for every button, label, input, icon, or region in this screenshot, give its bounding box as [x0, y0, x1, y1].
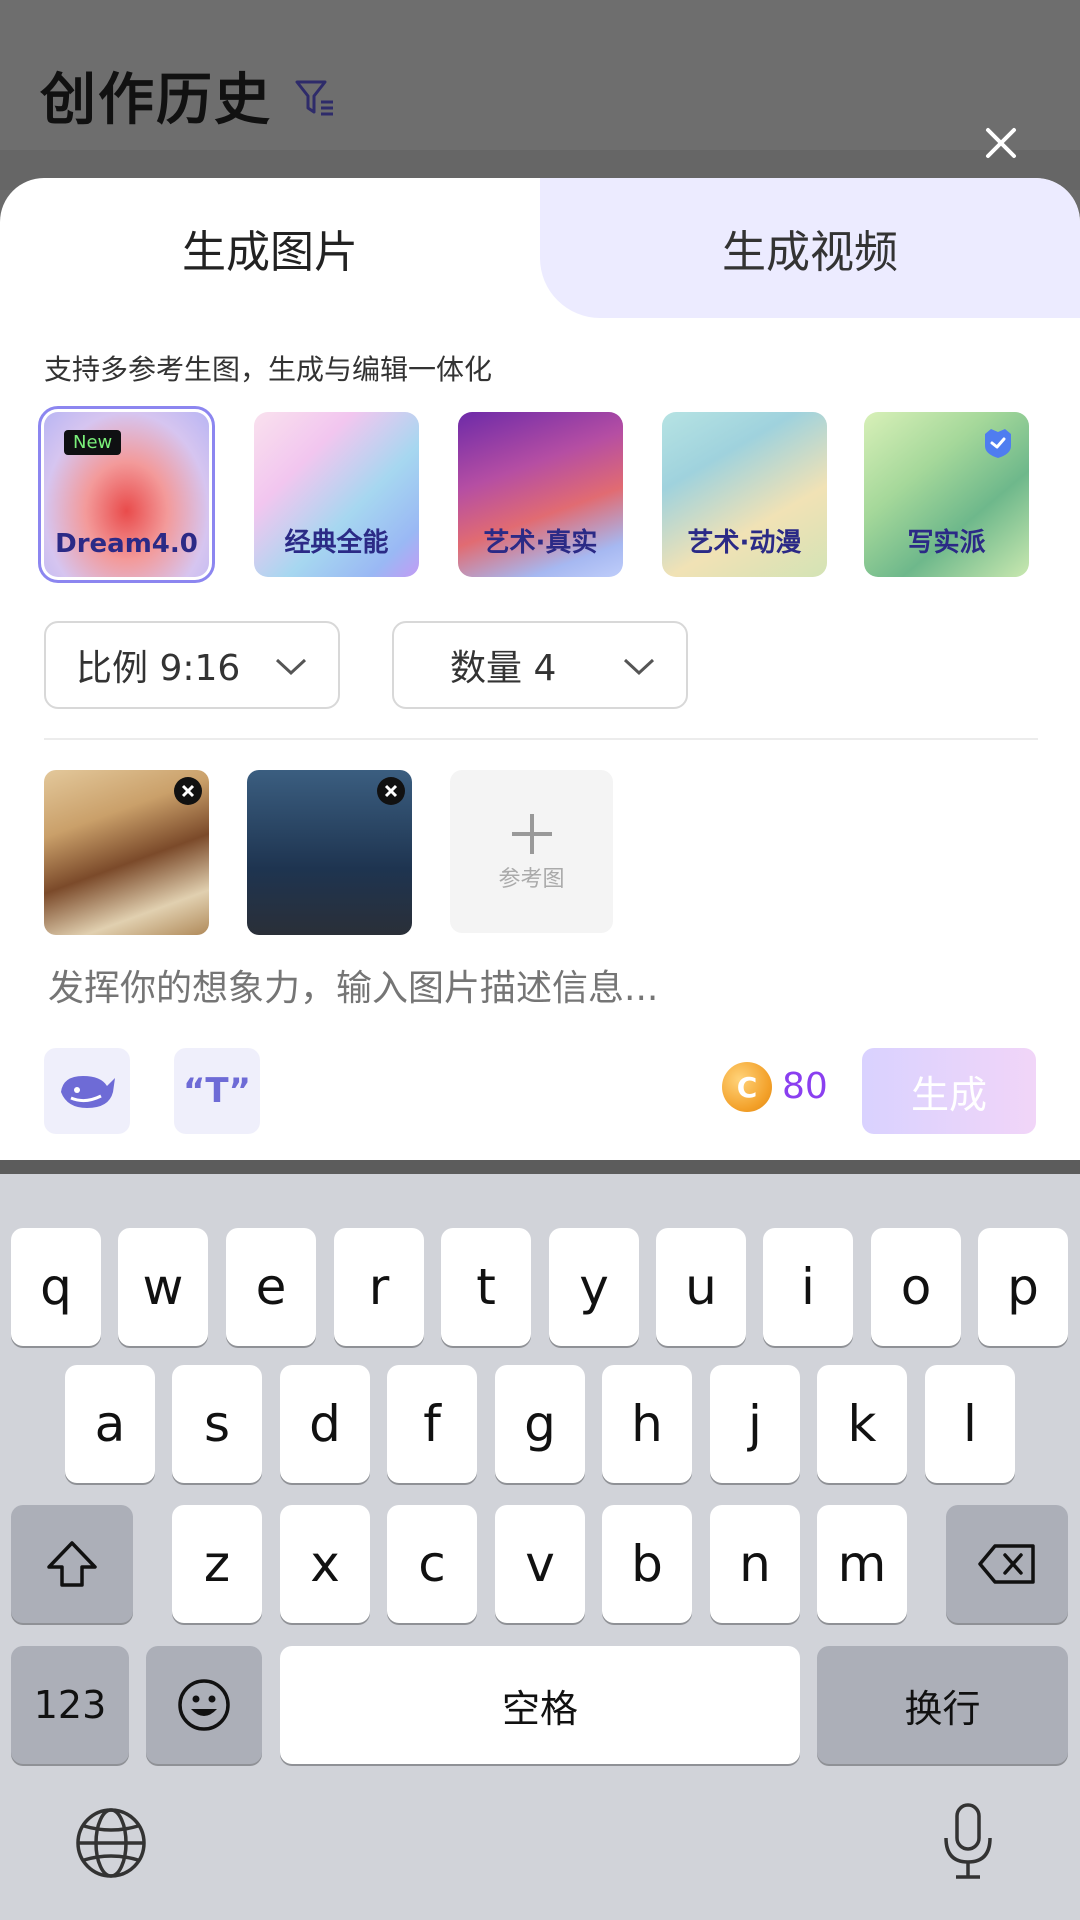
key-l[interactable]: l [925, 1365, 1015, 1483]
model-dream40[interactable]: New Dream4.0 [38, 406, 215, 583]
key-v[interactable]: v [495, 1505, 585, 1623]
space-key[interactable]: 空格 [280, 1646, 800, 1764]
emoji-icon [178, 1679, 230, 1731]
key-h[interactable]: h [602, 1365, 692, 1483]
key-o[interactable]: o [871, 1228, 961, 1346]
subtitle: 支持多参考生图，生成与编辑一体化 [44, 353, 493, 386]
model-label: 艺术·真实 [483, 528, 598, 558]
model-label: 写实派 [907, 528, 986, 558]
create-sheet: 生成图片 生成视频 支持多参考生图，生成与编辑一体化 New Dream4.0 … [0, 178, 1080, 1160]
key-g[interactable]: g [495, 1365, 585, 1483]
divider [44, 738, 1038, 740]
key-m[interactable]: m [817, 1505, 907, 1623]
backspace-icon [978, 1544, 1035, 1584]
key-s[interactable]: s [172, 1365, 262, 1483]
whale-icon [61, 1076, 115, 1108]
key-j[interactable]: j [710, 1365, 800, 1483]
key-u[interactable]: u [656, 1228, 746, 1346]
ratio-value: 比例 9:16 [76, 648, 241, 689]
key-y[interactable]: y [549, 1228, 639, 1346]
tab-generate-video[interactable]: 生成视频 [540, 178, 1080, 318]
page-title: 创作历史 [40, 68, 272, 133]
count-select[interactable]: 数量 4 [392, 621, 688, 709]
new-badge: New [64, 430, 122, 455]
model-art-anime[interactable]: 艺术·动漫 [662, 412, 827, 577]
model-label: 经典全能 [284, 528, 389, 558]
remove-icon[interactable] [173, 776, 203, 806]
key-f[interactable]: f [387, 1365, 477, 1483]
shift-key[interactable] [11, 1505, 133, 1623]
key-x[interactable]: x [280, 1505, 370, 1623]
count-value: 数量 4 [450, 648, 557, 689]
quote-t-icon: “T” [183, 1071, 251, 1111]
keyboard: q w e r t y u i o p a s d f g h j k l z … [0, 1174, 1080, 1920]
model-list: New Dream4.0 经典全能 艺术·真实 艺术·动漫 写实派 [38, 406, 1044, 583]
key-p[interactable]: p [978, 1228, 1068, 1346]
credit-count: 80 [782, 1066, 828, 1107]
backspace-key[interactable] [946, 1505, 1068, 1623]
key-z[interactable]: z [172, 1505, 262, 1623]
model-classic[interactable]: 经典全能 [254, 412, 419, 577]
chevron-down-icon [275, 658, 307, 676]
tab-generate-image[interactable]: 生成图片 [0, 178, 540, 318]
key-d[interactable]: d [280, 1365, 370, 1483]
deepseek-button[interactable] [44, 1048, 130, 1134]
numbers-key[interactable]: 123 [11, 1646, 129, 1764]
vip-shield-icon [985, 429, 1011, 458]
key-e[interactable]: e [226, 1228, 316, 1346]
close-icon[interactable] [978, 120, 1024, 166]
model-art-real[interactable]: 艺术·真实 [458, 412, 623, 577]
key-k[interactable]: k [817, 1365, 907, 1483]
key-c[interactable]: c [387, 1505, 477, 1623]
sheet-separator [0, 1160, 1080, 1174]
key-w[interactable]: w [118, 1228, 208, 1346]
prompt-input[interactable] [48, 968, 1028, 1009]
model-realistic[interactable]: 写实派 [864, 412, 1029, 577]
key-b[interactable]: b [602, 1505, 692, 1623]
reference-image-panda[interactable] [44, 770, 209, 935]
shift-icon [47, 1541, 97, 1587]
remove-icon[interactable] [376, 776, 406, 806]
ratio-select[interactable]: 比例 9:16 [44, 621, 340, 709]
key-i[interactable]: i [763, 1228, 853, 1346]
key-r[interactable]: r [334, 1228, 424, 1346]
reference-image-portrait[interactable] [247, 770, 412, 935]
chevron-down-icon [623, 658, 655, 676]
generate-button[interactable]: 生成 [862, 1048, 1036, 1134]
microphone-icon[interactable] [940, 1802, 996, 1882]
key-q[interactable]: q [11, 1228, 101, 1346]
return-key[interactable]: 换行 [817, 1646, 1068, 1764]
key-n[interactable]: n [710, 1505, 800, 1623]
model-label: 艺术·动漫 [687, 528, 802, 558]
model-label: Dream4.0 [55, 529, 198, 559]
text-style-button[interactable]: “T” [174, 1048, 260, 1134]
coin-icon: C [722, 1062, 772, 1112]
emoji-key[interactable] [146, 1646, 262, 1764]
globe-icon[interactable] [74, 1806, 148, 1880]
add-reference-label: 参考图 [498, 866, 565, 892]
key-a[interactable]: a [65, 1365, 155, 1483]
filter-icon[interactable] [295, 78, 335, 120]
plus-icon [511, 813, 552, 854]
key-t[interactable]: t [441, 1228, 531, 1346]
add-reference-button[interactable]: 参考图 [450, 770, 613, 933]
